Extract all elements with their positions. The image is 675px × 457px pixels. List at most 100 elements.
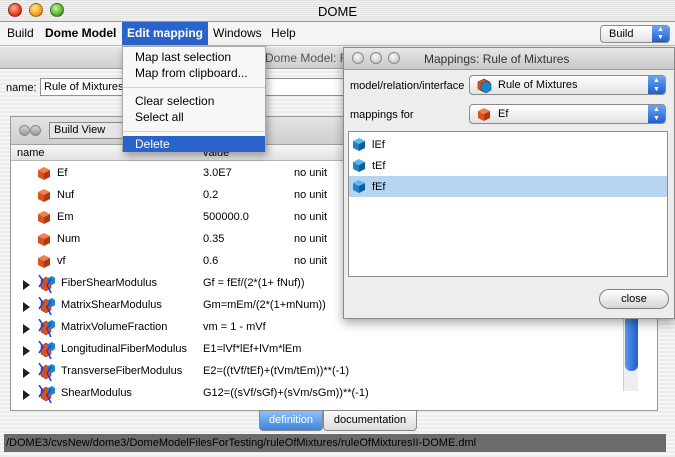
edit-mapping-menu: Map last selection Map from clipboard...… — [122, 46, 266, 152]
relation-row[interactable]: ShearModulus G12=((sVf/sGf)+(sVm/sGm))**(… — [11, 383, 631, 405]
mappings-title: Mappings: Rule of Mixtures — [424, 52, 570, 66]
menu-item-clear-selection[interactable]: Clear selection — [123, 93, 265, 109]
relation-icon — [38, 297, 55, 315]
mappings-minimize-icon[interactable] — [370, 52, 382, 64]
row-name: FiberShearModulus — [61, 277, 157, 289]
menu-dome-model[interactable]: Dome Model — [40, 22, 121, 45]
list-item-selected[interactable]: fEf — [349, 176, 667, 197]
parameter-cube-icon — [38, 211, 50, 224]
row-value: 3.0E7 — [203, 167, 232, 179]
row-name: ShearModulus — [61, 387, 132, 399]
nav-buttons — [19, 125, 43, 137]
scroll-thumb[interactable] — [625, 311, 638, 371]
row-unit: no unit — [294, 167, 328, 179]
mri-select[interactable]: Rule of Mixtures ▲ ▼ — [469, 75, 666, 95]
status-path: /DOME3/cvsNew/dome3/DomeModelFilesForTes… — [4, 434, 666, 452]
mappings-zoom-icon[interactable] — [388, 52, 400, 64]
row-name: TransverseFiberModulus — [61, 365, 183, 377]
row-unit: no unit — [294, 189, 328, 201]
relation-row[interactable]: LongitudinalFiberModulus E1=lVf*lEf+lVm*l… — [11, 339, 631, 361]
select-arrows-icon: ▲ ▼ — [652, 26, 669, 42]
menu-bar: Build Dome Model Edit mapping Windows He… — [0, 22, 675, 46]
menu-item-map-last-selection[interactable]: Map last selection — [123, 49, 265, 65]
menu-separator — [123, 131, 265, 132]
mappings-title-bar: Mappings: Rule of Mixtures — [344, 48, 674, 70]
relation-row[interactable]: TransverseFiberModulus E2=((tVf/tEf)+(tVm… — [11, 361, 631, 383]
parameter-cube-icon — [38, 189, 50, 202]
model-icon — [477, 78, 492, 93]
back-arrow-icon[interactable] — [19, 125, 30, 136]
build-mode-select[interactable]: Build ▲ ▼ — [600, 25, 670, 43]
mapping-label: lEf — [372, 139, 385, 151]
mappings-close-icon[interactable] — [352, 52, 364, 64]
row-name: Num — [57, 233, 81, 245]
menu-build[interactable]: Build — [2, 22, 39, 45]
menu-help[interactable]: Help — [266, 22, 301, 45]
expand-triangle-icon[interactable] — [23, 302, 30, 312]
relation-icon — [38, 275, 55, 293]
build-mode-value: Build — [609, 28, 634, 40]
row-name: Em — [57, 211, 74, 223]
row-value: vm = 1 - mVf — [203, 321, 266, 333]
row-value: 0.35 — [203, 233, 225, 245]
parameter-cube-icon — [38, 255, 50, 268]
relation-icon — [38, 385, 55, 403]
forward-arrow-icon[interactable] — [30, 125, 41, 136]
window-title: DOME — [318, 4, 357, 19]
expand-triangle-icon[interactable] — [23, 346, 30, 356]
expand-triangle-icon[interactable] — [23, 368, 30, 378]
menu-item-map-from-clipboard[interactable]: Map from clipboard... — [123, 65, 265, 81]
relation-icon — [38, 341, 55, 359]
mapping-cube-icon — [353, 180, 365, 193]
close-button[interactable]: close — [599, 289, 669, 309]
mapping-cube-icon — [353, 138, 365, 151]
mapping-label: tEf — [372, 160, 386, 172]
mapping-cube-icon — [353, 159, 365, 172]
relation-icon — [38, 319, 55, 337]
row-unit: no unit — [294, 211, 328, 223]
parameter-cube-icon — [38, 167, 50, 180]
list-item[interactable]: lEf — [349, 134, 667, 155]
mapping-label: fEf — [372, 181, 386, 193]
row-name: vf — [57, 255, 66, 267]
parameter-cube-icon — [478, 108, 490, 121]
select-arrows-icon: ▲ ▼ — [648, 76, 665, 94]
row-value: 500000.0 — [203, 211, 249, 223]
mappings-window: Mappings: Rule of Mixtures model/relatio… — [343, 47, 675, 319]
row-value: E2=((tVf/tEf)+(tVm/tEm))**(-1) — [203, 365, 350, 377]
menu-separator — [123, 87, 265, 88]
list-item[interactable]: tEf — [349, 155, 667, 176]
row-name: Ef — [57, 167, 68, 179]
relation-row[interactable]: MatrixVolumeFraction vm = 1 - mVf — [11, 317, 631, 339]
row-value: 0.6 — [203, 255, 219, 267]
expand-triangle-icon[interactable] — [23, 390, 30, 400]
row-value: Gm=mEm/(2*(1+mNum)) — [203, 299, 326, 311]
mappings-for-value: Ef — [498, 108, 509, 120]
row-unit: no unit — [294, 233, 328, 245]
parameter-cube-icon — [38, 233, 50, 246]
name-label: name: — [6, 82, 37, 94]
row-name: MatrixShearModulus — [61, 299, 162, 311]
mri-value: Rule of Mixtures — [498, 79, 578, 91]
mappings-for-select[interactable]: Ef ▲ ▼ — [469, 104, 666, 124]
menu-item-select-all[interactable]: Select all — [123, 109, 265, 125]
menu-item-delete[interactable]: Delete — [123, 136, 265, 152]
expand-triangle-icon[interactable] — [23, 324, 30, 334]
select-arrows-icon: ▲ ▼ — [648, 105, 665, 123]
column-name[interactable]: name — [17, 147, 45, 159]
mri-label: model/relation/interface — [350, 80, 465, 92]
row-value: Gf = fEf/(2*(1+ fNuf)) — [203, 277, 305, 289]
row-name: Nuf — [57, 189, 75, 201]
menu-edit-mapping[interactable]: Edit mapping — [122, 22, 208, 45]
row-unit: no unit — [294, 255, 328, 267]
row-name: LongitudinalFiberModulus — [61, 343, 187, 355]
row-name: MatrixVolumeFraction — [61, 321, 168, 333]
tab-documentation[interactable]: documentation — [323, 410, 417, 431]
menu-windows[interactable]: Windows — [208, 22, 267, 45]
mappings-list: lEf tEf fEf — [348, 131, 668, 277]
tab-definition[interactable]: definition — [259, 410, 323, 431]
mappings-for-label: mappings for — [350, 109, 414, 121]
row-value: E1=lVf*lEf+lVm*lEm — [203, 343, 302, 355]
title-bar: DOME — [0, 0, 675, 22]
expand-triangle-icon[interactable] — [23, 280, 30, 290]
